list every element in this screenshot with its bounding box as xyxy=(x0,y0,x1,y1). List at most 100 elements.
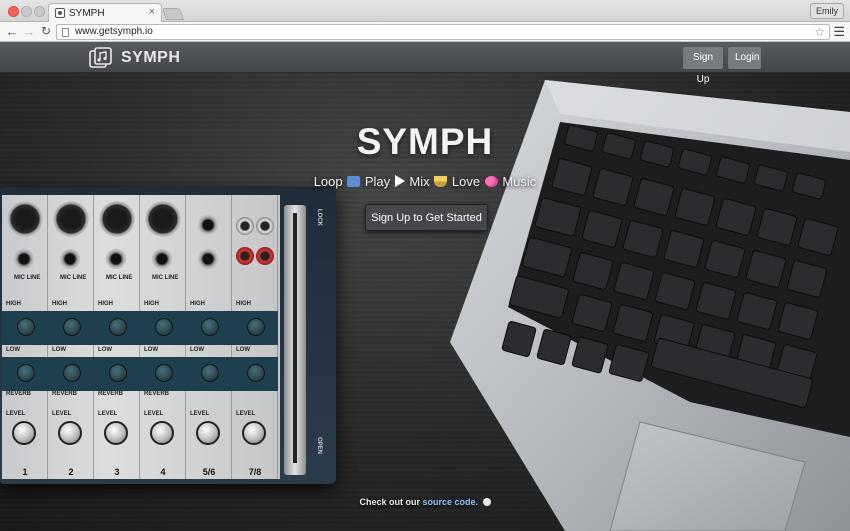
signup-button[interactable]: Sign Up xyxy=(683,47,723,85)
xlr-input xyxy=(53,201,89,237)
source-code-link[interactable]: source code. xyxy=(422,497,478,507)
reverb-label: REVERB xyxy=(98,391,124,397)
brand-name[interactable]: SYMPH xyxy=(121,49,180,67)
high-label: HIGH xyxy=(6,301,21,307)
level-label: LEVEL xyxy=(98,411,118,417)
mixer-panel: MIC LINE HIGH LOW REVERB LEVEL 1 MIC LIN… xyxy=(2,195,280,479)
low-label: LOW xyxy=(52,347,66,353)
high-label: HIGH xyxy=(236,301,251,307)
level-label: LEVEL xyxy=(52,411,72,417)
mixer-channel: MIC LINE HIGH LOW REVERB LEVEL 2 xyxy=(48,195,94,479)
reverb-label: REVERB xyxy=(6,391,32,397)
eq-knob xyxy=(247,318,265,336)
maximize-window-button[interactable] xyxy=(34,6,45,17)
high-label: HIGH xyxy=(144,301,159,307)
new-tab-button[interactable] xyxy=(161,8,185,20)
eq-knob xyxy=(63,364,81,382)
address-bar[interactable]: www.getsymph.io ☆ xyxy=(56,24,830,40)
reverb-label: REVERB xyxy=(144,391,170,397)
channel-number: 4 xyxy=(160,467,166,477)
favicon-icon xyxy=(55,8,65,18)
high-label: HIGH xyxy=(98,301,113,307)
eq-high xyxy=(186,311,232,345)
browser-toolbar: ← → ↻ www.getsymph.io ☆ ☰ xyxy=(0,22,850,42)
rca-jack-red xyxy=(236,247,254,265)
hero-tagline: Loop Play Mix Love Music xyxy=(0,174,850,189)
eq-knob xyxy=(201,318,219,336)
menu-icon[interactable]: ☰ xyxy=(833,24,845,40)
eq-knob xyxy=(247,364,265,382)
channel-number: 1 xyxy=(22,467,28,477)
mixer-channel: MIC LINE HIGH LOW REVERB LEVEL 1 xyxy=(2,195,48,479)
eq-high xyxy=(48,311,94,345)
level-knob xyxy=(12,421,36,445)
high-label: HIGH xyxy=(190,301,205,307)
mixer-channel: HIGH LOW LEVEL 5/6 xyxy=(186,195,232,479)
level-label: LEVEL xyxy=(144,411,164,417)
tagline-word: Mix xyxy=(409,174,430,189)
low-label: LOW xyxy=(190,347,204,353)
tab-close-icon[interactable]: × xyxy=(149,6,155,18)
master-fader xyxy=(284,205,306,475)
tab-title: SYMPH xyxy=(69,8,105,19)
eq-knob xyxy=(17,364,35,382)
eq-low xyxy=(186,357,232,391)
forward-icon[interactable]: → xyxy=(21,23,37,40)
minimize-window-button[interactable] xyxy=(21,6,32,17)
reload-icon[interactable]: ↻ xyxy=(38,23,54,40)
close-window-button[interactable] xyxy=(8,6,19,17)
eq-knob xyxy=(201,364,219,382)
play-icon xyxy=(394,175,405,187)
rca-jack-red xyxy=(256,247,274,265)
level-knob xyxy=(196,421,220,445)
mixer-channel: HIGH LOW LEVEL 7/8 xyxy=(232,195,278,479)
eq-high xyxy=(94,311,140,345)
mic-line-label: MIC LINE xyxy=(14,275,41,281)
mixer-illustration: MIC LINE HIGH LOW REVERB LEVEL 1 MIC LIN… xyxy=(0,187,336,484)
line-jack xyxy=(198,215,218,235)
hero-title: SYMPH xyxy=(356,121,494,162)
url-text[interactable]: www.getsymph.io xyxy=(75,26,153,37)
bookmark-star-icon[interactable]: ☆ xyxy=(814,25,825,39)
footer-prefix: Check out our xyxy=(359,497,423,507)
level-label: LEVEL xyxy=(236,411,256,417)
profile-button[interactable]: Emily xyxy=(810,3,844,19)
get-started-button[interactable]: Sign Up to Get Started xyxy=(365,204,488,231)
eq-high xyxy=(140,311,186,345)
low-label: LOW xyxy=(98,347,112,353)
line-jack xyxy=(106,249,126,269)
back-icon[interactable]: ← xyxy=(4,23,20,40)
level-knob xyxy=(150,421,174,445)
eq-high xyxy=(232,311,278,345)
github-icon[interactable] xyxy=(482,498,491,506)
eq-low xyxy=(94,357,140,391)
mixer-channel: MIC LINE HIGH LOW REVERB LEVEL 3 xyxy=(94,195,140,479)
page-icon xyxy=(62,28,69,37)
tagline-word: Play xyxy=(364,174,391,189)
tagline-word: Loop xyxy=(313,174,343,189)
level-label: LEVEL xyxy=(6,411,26,417)
high-label: HIGH xyxy=(52,301,67,307)
tagline-word: Music xyxy=(502,174,537,189)
glasses-icon xyxy=(347,176,361,187)
line-jack xyxy=(198,249,218,269)
site-navbar: SYMPH Sign Up Login xyxy=(0,42,850,85)
login-button[interactable]: Login xyxy=(728,47,761,69)
mic-line-label: MIC LINE xyxy=(152,275,179,281)
line-jack xyxy=(60,249,80,269)
source-code-note: Check out our source code. xyxy=(0,497,850,507)
music-logo-icon[interactable] xyxy=(89,46,113,70)
eq-knob xyxy=(155,318,173,336)
eq-low xyxy=(48,357,94,391)
line-jack xyxy=(152,249,172,269)
eq-low xyxy=(232,357,278,391)
browser-tab[interactable]: SYMPH × xyxy=(48,3,162,23)
eq-knob xyxy=(109,318,127,336)
xlr-input xyxy=(7,201,43,237)
eq-knob xyxy=(109,364,127,382)
bowl-icon xyxy=(434,176,448,187)
level-label: LEVEL xyxy=(190,411,210,417)
tagline-word: Love xyxy=(451,174,481,189)
xlr-input xyxy=(145,201,181,237)
mixer-channel: MIC LINE HIGH LOW REVERB LEVEL 4 xyxy=(140,195,186,479)
